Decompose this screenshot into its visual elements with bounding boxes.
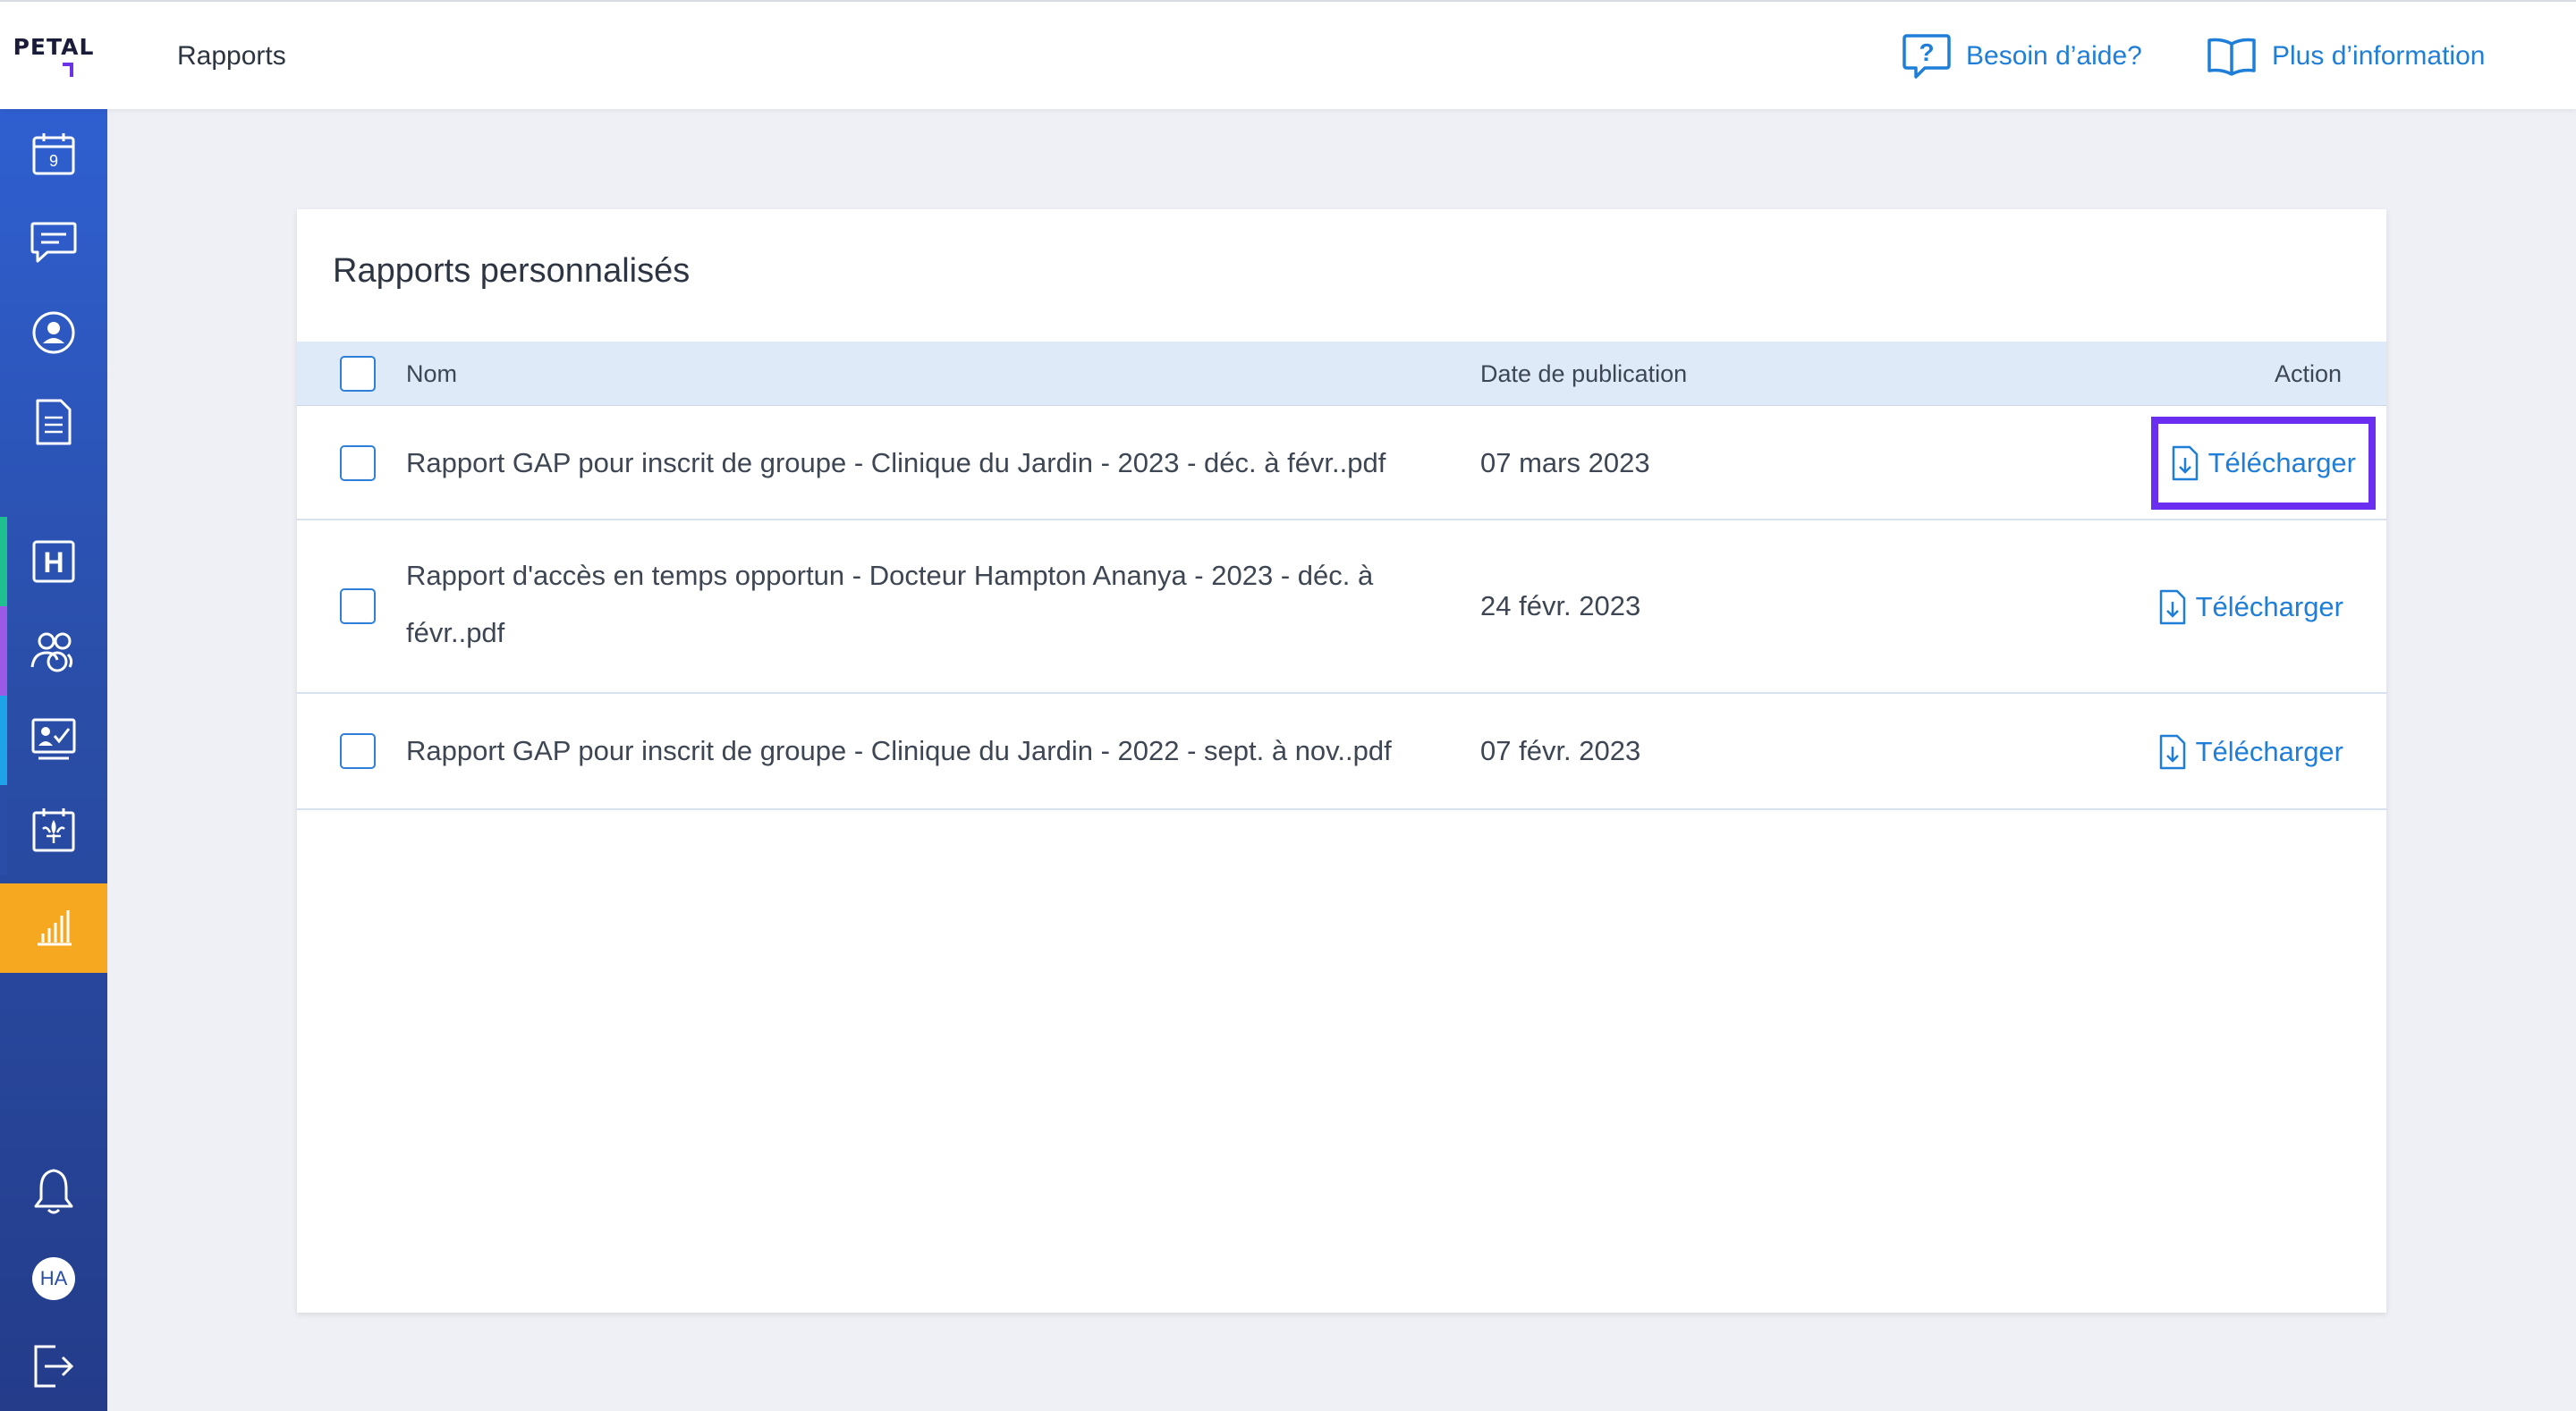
table-row: Rapport d'accès en temps opportun - Doct… bbox=[297, 520, 2386, 694]
file-download-icon bbox=[2172, 445, 2198, 481]
svg-text:?: ? bbox=[1919, 38, 1934, 66]
row-checkbox[interactable] bbox=[340, 588, 376, 624]
nav-hospital[interactable]: H bbox=[0, 517, 107, 606]
document-icon bbox=[36, 399, 72, 445]
bell-icon bbox=[34, 1169, 73, 1214]
hospital-icon: H bbox=[32, 540, 75, 583]
page-title: Rapports bbox=[177, 41, 286, 71]
nav-profile[interactable] bbox=[0, 288, 107, 377]
row-checkbox[interactable] bbox=[340, 445, 376, 481]
help-label: Besoin d’aide? bbox=[1966, 41, 2142, 71]
download-button[interactable]: Télécharger bbox=[2158, 730, 2343, 774]
calendar-icon: 9 bbox=[32, 133, 75, 175]
reports-card: Rapports personnalisés Nom Date de publi… bbox=[297, 209, 2386, 1313]
nav-stripe bbox=[0, 517, 7, 606]
help-icon: ? bbox=[1902, 34, 1951, 79]
nav-stripe bbox=[0, 696, 7, 785]
card-title: Rapports personnalisés bbox=[333, 252, 691, 290]
nav-patients[interactable] bbox=[0, 606, 107, 696]
file-download-icon bbox=[2159, 734, 2185, 770]
people-icon bbox=[30, 632, 73, 672]
nav-messages[interactable] bbox=[0, 199, 107, 288]
book-icon bbox=[2207, 38, 2256, 76]
logo-mark bbox=[63, 63, 73, 77]
download-label: Télécharger bbox=[2195, 591, 2343, 622]
bar-chart-icon bbox=[38, 910, 72, 946]
nav-notifications[interactable] bbox=[0, 1146, 107, 1236]
publication-date: 24 févr. 2023 bbox=[1480, 590, 1641, 621]
more-info-label: Plus d’information bbox=[2272, 41, 2486, 71]
nav-documents[interactable] bbox=[0, 377, 107, 467]
more-info-link[interactable]: Plus d’information bbox=[2206, 32, 2485, 80]
select-all-checkbox[interactable] bbox=[340, 356, 376, 392]
publication-date: 07 févr. 2023 bbox=[1480, 735, 1641, 766]
message-icon bbox=[30, 222, 77, 263]
publication-date: 07 mars 2023 bbox=[1480, 447, 1650, 478]
checklist-board-icon bbox=[31, 718, 76, 760]
sidebar: 9 H HA bbox=[0, 109, 107, 1411]
logout-icon bbox=[34, 1345, 74, 1388]
nav-stripe bbox=[0, 785, 7, 874]
user-circle-icon bbox=[32, 311, 75, 354]
nav-quebec[interactable] bbox=[0, 785, 107, 874]
help-link[interactable]: ? Besoin d’aide? bbox=[1902, 32, 2142, 80]
avatar: HA bbox=[32, 1257, 75, 1300]
column-header-date[interactable]: Date de publication bbox=[1480, 342, 1687, 406]
row-checkbox[interactable] bbox=[340, 733, 376, 769]
petal-logo[interactable]: PETAL bbox=[0, 2, 107, 111]
nav-account[interactable]: HA bbox=[0, 1234, 107, 1323]
fleur-de-lis-icon bbox=[32, 808, 75, 852]
report-name: Rapport d'accès en temps opportun - Doct… bbox=[406, 560, 1374, 648]
download-button[interactable]: Télécharger bbox=[2150, 417, 2377, 510]
column-header-name[interactable]: Nom bbox=[406, 342, 457, 406]
column-header-action: Action bbox=[2274, 359, 2342, 387]
nav-reports[interactable] bbox=[0, 883, 107, 973]
file-download-icon bbox=[2159, 589, 2185, 625]
download-button[interactable]: Télécharger bbox=[2158, 585, 2343, 629]
table-row: Rapport GAP pour inscrit de groupe - Cli… bbox=[297, 694, 2386, 810]
report-name: Rapport GAP pour inscrit de groupe - Cli… bbox=[406, 447, 1386, 478]
calendar-day: 9 bbox=[49, 152, 58, 170]
table-header: Nom Date de publication Action bbox=[297, 342, 2386, 406]
svg-text:H: H bbox=[43, 546, 64, 579]
nav-logout[interactable] bbox=[0, 1322, 107, 1411]
nav-tasks[interactable] bbox=[0, 696, 107, 785]
table-row: Rapport GAP pour inscrit de groupe - Cli… bbox=[297, 406, 2386, 520]
top-header: PETAL Rapports ? Besoin d’aide? Plus d’i… bbox=[0, 0, 2576, 109]
logo-text: PETAL bbox=[13, 34, 95, 60]
report-name: Rapport GAP pour inscrit de groupe - Cli… bbox=[406, 735, 1392, 766]
download-label: Télécharger bbox=[2195, 736, 2343, 767]
download-label: Télécharger bbox=[2207, 447, 2356, 478]
nav-calendar[interactable]: 9 bbox=[0, 109, 107, 199]
nav-stripe bbox=[0, 606, 7, 696]
